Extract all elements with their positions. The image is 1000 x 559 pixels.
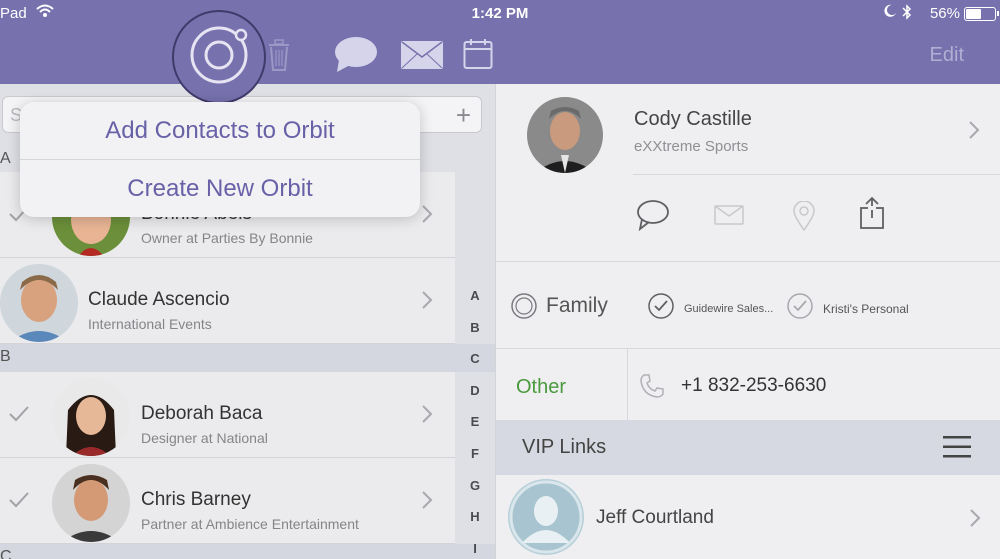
- contact-subtitle: Designer at National: [141, 430, 268, 446]
- trash-icon[interactable]: [266, 38, 292, 72]
- tag-label[interactable]: Family: [546, 294, 608, 318]
- index-letter[interactable]: E: [455, 414, 495, 446]
- index-letter[interactable]: G: [455, 478, 495, 510]
- add-contacts-to-orbit-option[interactable]: Add Contacts to Orbit: [20, 102, 420, 159]
- avatar: [52, 378, 130, 456]
- envelope-icon[interactable]: [400, 40, 444, 70]
- phone-row[interactable]: Other +1 832-253-6630: [496, 348, 1000, 421]
- message-icon[interactable]: [636, 199, 670, 231]
- menu-icon[interactable]: [943, 436, 971, 458]
- index-letter[interactable]: C: [455, 351, 495, 383]
- index-letter[interactable]: A: [455, 288, 495, 320]
- index-letter[interactable]: D: [455, 383, 495, 415]
- alphabet-index[interactable]: A B C D E F G H I: [455, 288, 495, 559]
- avatar: [0, 264, 78, 342]
- edit-button[interactable]: Edit: [930, 44, 964, 67]
- detail-company: eXXtreme Sports: [634, 138, 749, 155]
- tag-label[interactable]: Kristi's Personal: [823, 302, 909, 316]
- status-time: 1:42 PM: [471, 5, 529, 22]
- vip-contact-name: Jeff Courtland: [596, 507, 714, 528]
- top-toolbar: Pad 1:42 PM 56% Edit: [0, 0, 1000, 104]
- tag-label[interactable]: Guidewire Sales...: [684, 303, 773, 315]
- avatar-placeholder-icon: [508, 479, 584, 555]
- orbit-icon: [190, 26, 248, 84]
- chevron-right-icon: [422, 291, 433, 309]
- section-header-c: C: [0, 544, 495, 559]
- orbit-tags-row: Family Guidewire Sales... Kristi's Perso…: [496, 279, 1000, 349]
- chevron-right-icon: [422, 205, 433, 223]
- chevron-right-icon[interactable]: [968, 120, 980, 140]
- orbit-popup-menu: Add Contacts to Orbit Create New Orbit: [20, 102, 420, 217]
- contact-row[interactable]: Claude Ascencio International Events: [0, 258, 455, 344]
- create-new-orbit-option[interactable]: Create New Orbit: [20, 159, 420, 216]
- contact-subtitle: International Events: [88, 316, 212, 332]
- phone-label: Other: [516, 376, 567, 398]
- phone-icon: [640, 374, 664, 398]
- contact-subtitle: Partner at Ambience Entertainment: [141, 516, 359, 532]
- avatar: [527, 97, 603, 173]
- vip-contact-row[interactable]: Jeff Courtland: [496, 475, 1000, 559]
- checkmark-circle-icon[interactable]: [647, 292, 675, 320]
- contact-subtitle: Owner at Parties By Bonnie: [141, 230, 313, 246]
- add-icon[interactable]: +: [456, 100, 471, 131]
- index-letter[interactable]: F: [455, 446, 495, 478]
- battery-icon: [964, 7, 999, 21]
- orbit-button[interactable]: [172, 10, 266, 104]
- contact-row[interactable]: Chris Barney Partner at Ambience Enterta…: [0, 458, 455, 544]
- index-letter[interactable]: H: [455, 509, 495, 541]
- section-header-b: B: [0, 344, 495, 372]
- vip-links-header: VIP Links: [496, 420, 1000, 475]
- contact-row[interactable]: Deborah Baca Designer at National: [0, 372, 455, 458]
- chevron-right-icon: [422, 405, 433, 423]
- chat-bubble-icon[interactable]: [334, 36, 378, 74]
- location-pin-icon[interactable]: [793, 201, 815, 231]
- battery-fill: [966, 9, 981, 19]
- vip-links-title: VIP Links: [522, 436, 607, 458]
- checkmark-icon: [9, 406, 29, 422]
- checkmark-icon: [9, 492, 29, 508]
- index-letter[interactable]: B: [455, 320, 495, 352]
- checkmark-circle-icon[interactable]: [786, 292, 814, 320]
- bluetooth-icon: [902, 4, 912, 20]
- chevron-right-icon: [422, 491, 433, 509]
- app-window: Pad 1:42 PM 56% Edit S + A Owner at Part…: [0, 0, 1000, 559]
- detail-contact-name: Cody Castille: [634, 108, 752, 130]
- contact-detail-panel: Cody Castille eXXtreme Sports Family Gui…: [495, 84, 1000, 559]
- moon-icon: [884, 4, 896, 17]
- contact-name: Deborah Baca: [141, 403, 263, 424]
- index-letter[interactable]: I: [455, 541, 495, 559]
- chevron-right-icon: [970, 509, 981, 527]
- contact-name: Claude Ascencio: [88, 289, 230, 310]
- email-icon[interactable]: [714, 205, 744, 225]
- phone-number[interactable]: +1 832-253-6630: [681, 375, 826, 397]
- calendar-icon[interactable]: [463, 38, 493, 70]
- contact-name: Chris Barney: [141, 489, 251, 510]
- battery-percent: 56%: [929, 5, 960, 22]
- share-icon[interactable]: [859, 196, 885, 230]
- avatar: [52, 464, 130, 542]
- checkmark-circle-icon[interactable]: [510, 292, 538, 320]
